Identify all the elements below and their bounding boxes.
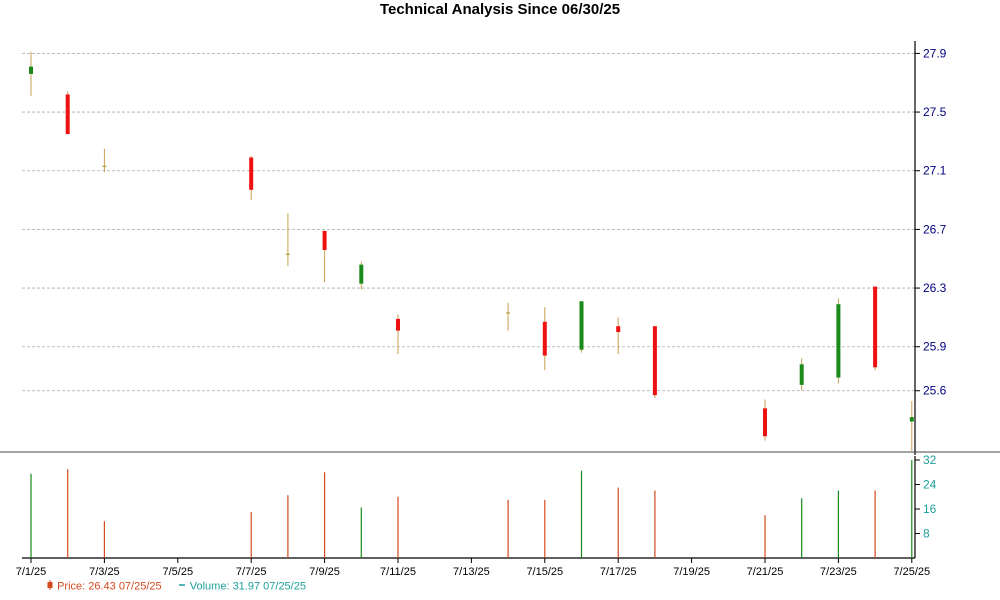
- legend-volume: Volume: 31.97 07/25/25: [177, 580, 306, 593]
- price-tick-label: 25.9: [923, 340, 947, 354]
- x-tick-label: 7/3/25: [89, 566, 120, 578]
- price-tick-label: 26.7: [923, 222, 947, 236]
- candle-body: [65, 94, 70, 135]
- x-tick-label: 7/19/25: [673, 566, 710, 578]
- x-axis: 7/1/25 7/3/25 7/5/25 7/7/25 7/9/25 7/11/25 7/1…: [0, 451, 1000, 578]
- price-tick-label: 25.6: [923, 384, 947, 398]
- volume-legend-icon: [177, 580, 187, 593]
- x-tick-label: 7/1/25: [16, 566, 47, 578]
- candle-body: [652, 326, 657, 396]
- price-tick-label: 27.9: [923, 46, 947, 60]
- candle-body: [359, 264, 364, 284]
- candle-body: [616, 326, 621, 333]
- volume-tick-label: 16: [923, 502, 937, 516]
- legend-price: Price: 26.43 07/25/25: [46, 580, 162, 593]
- candle-body: [909, 417, 914, 422]
- price-legend-icon: [46, 580, 54, 593]
- candle-body: [542, 321, 547, 356]
- x-tick-label: 7/21/25: [747, 566, 784, 578]
- x-tick-label: 7/13/25: [453, 566, 490, 578]
- price-tick-label: 27.5: [923, 105, 947, 119]
- candle-body: [579, 301, 584, 350]
- candle-body: [873, 286, 878, 368]
- volume-tick-label: 32: [923, 453, 937, 467]
- x-tick-label: 7/15/25: [526, 566, 563, 578]
- volume-bars: [30, 460, 913, 558]
- candle-body: [249, 157, 254, 190]
- candlestick-chart: 27.9 27.5 27.1 26.7 26.3 25.9 25.6 32 24 16 8 7/1…: [0, 41, 1000, 578]
- x-tick-label: 7/7/25: [236, 566, 267, 578]
- x-tick-label: 7/5/25: [163, 566, 194, 578]
- price-axis: 27.9 27.5 27.1 26.7 26.3 25.9 25.6: [914, 41, 947, 455]
- x-tick-label: 7/11/25: [380, 566, 416, 578]
- x-tick-label: 7/23/25: [820, 566, 857, 578]
- x-tick-label: 7/17/25: [600, 566, 637, 578]
- candle-body: [322, 230, 327, 250]
- price-tick-label: 26.3: [923, 281, 947, 295]
- legend-volume-text: Volume: 31.97 07/25/25: [189, 580, 306, 593]
- volume-axis: 32 24 16 8: [914, 453, 937, 558]
- legend-price-text: Price: 26.43 07/25/25: [57, 580, 162, 593]
- volume-tick-label: 24: [923, 478, 937, 492]
- x-tick-label: 7/25/25: [893, 566, 930, 578]
- price-candles: [29, 51, 914, 451]
- candle-body: [836, 304, 841, 378]
- candle-body: [799, 364, 804, 385]
- candle-body: [396, 318, 400, 331]
- candle-body: [763, 408, 767, 437]
- price-tick-label: 27.1: [923, 164, 947, 178]
- candle-body: [29, 66, 33, 74]
- price-gridlines: [22, 53, 915, 392]
- x-tick-label: 7/9/25: [309, 566, 340, 578]
- legend: Price: 26.43 07/25/25 Volume: 31.97 07/2…: [46, 580, 318, 593]
- volume-tick-label: 8: [923, 527, 930, 541]
